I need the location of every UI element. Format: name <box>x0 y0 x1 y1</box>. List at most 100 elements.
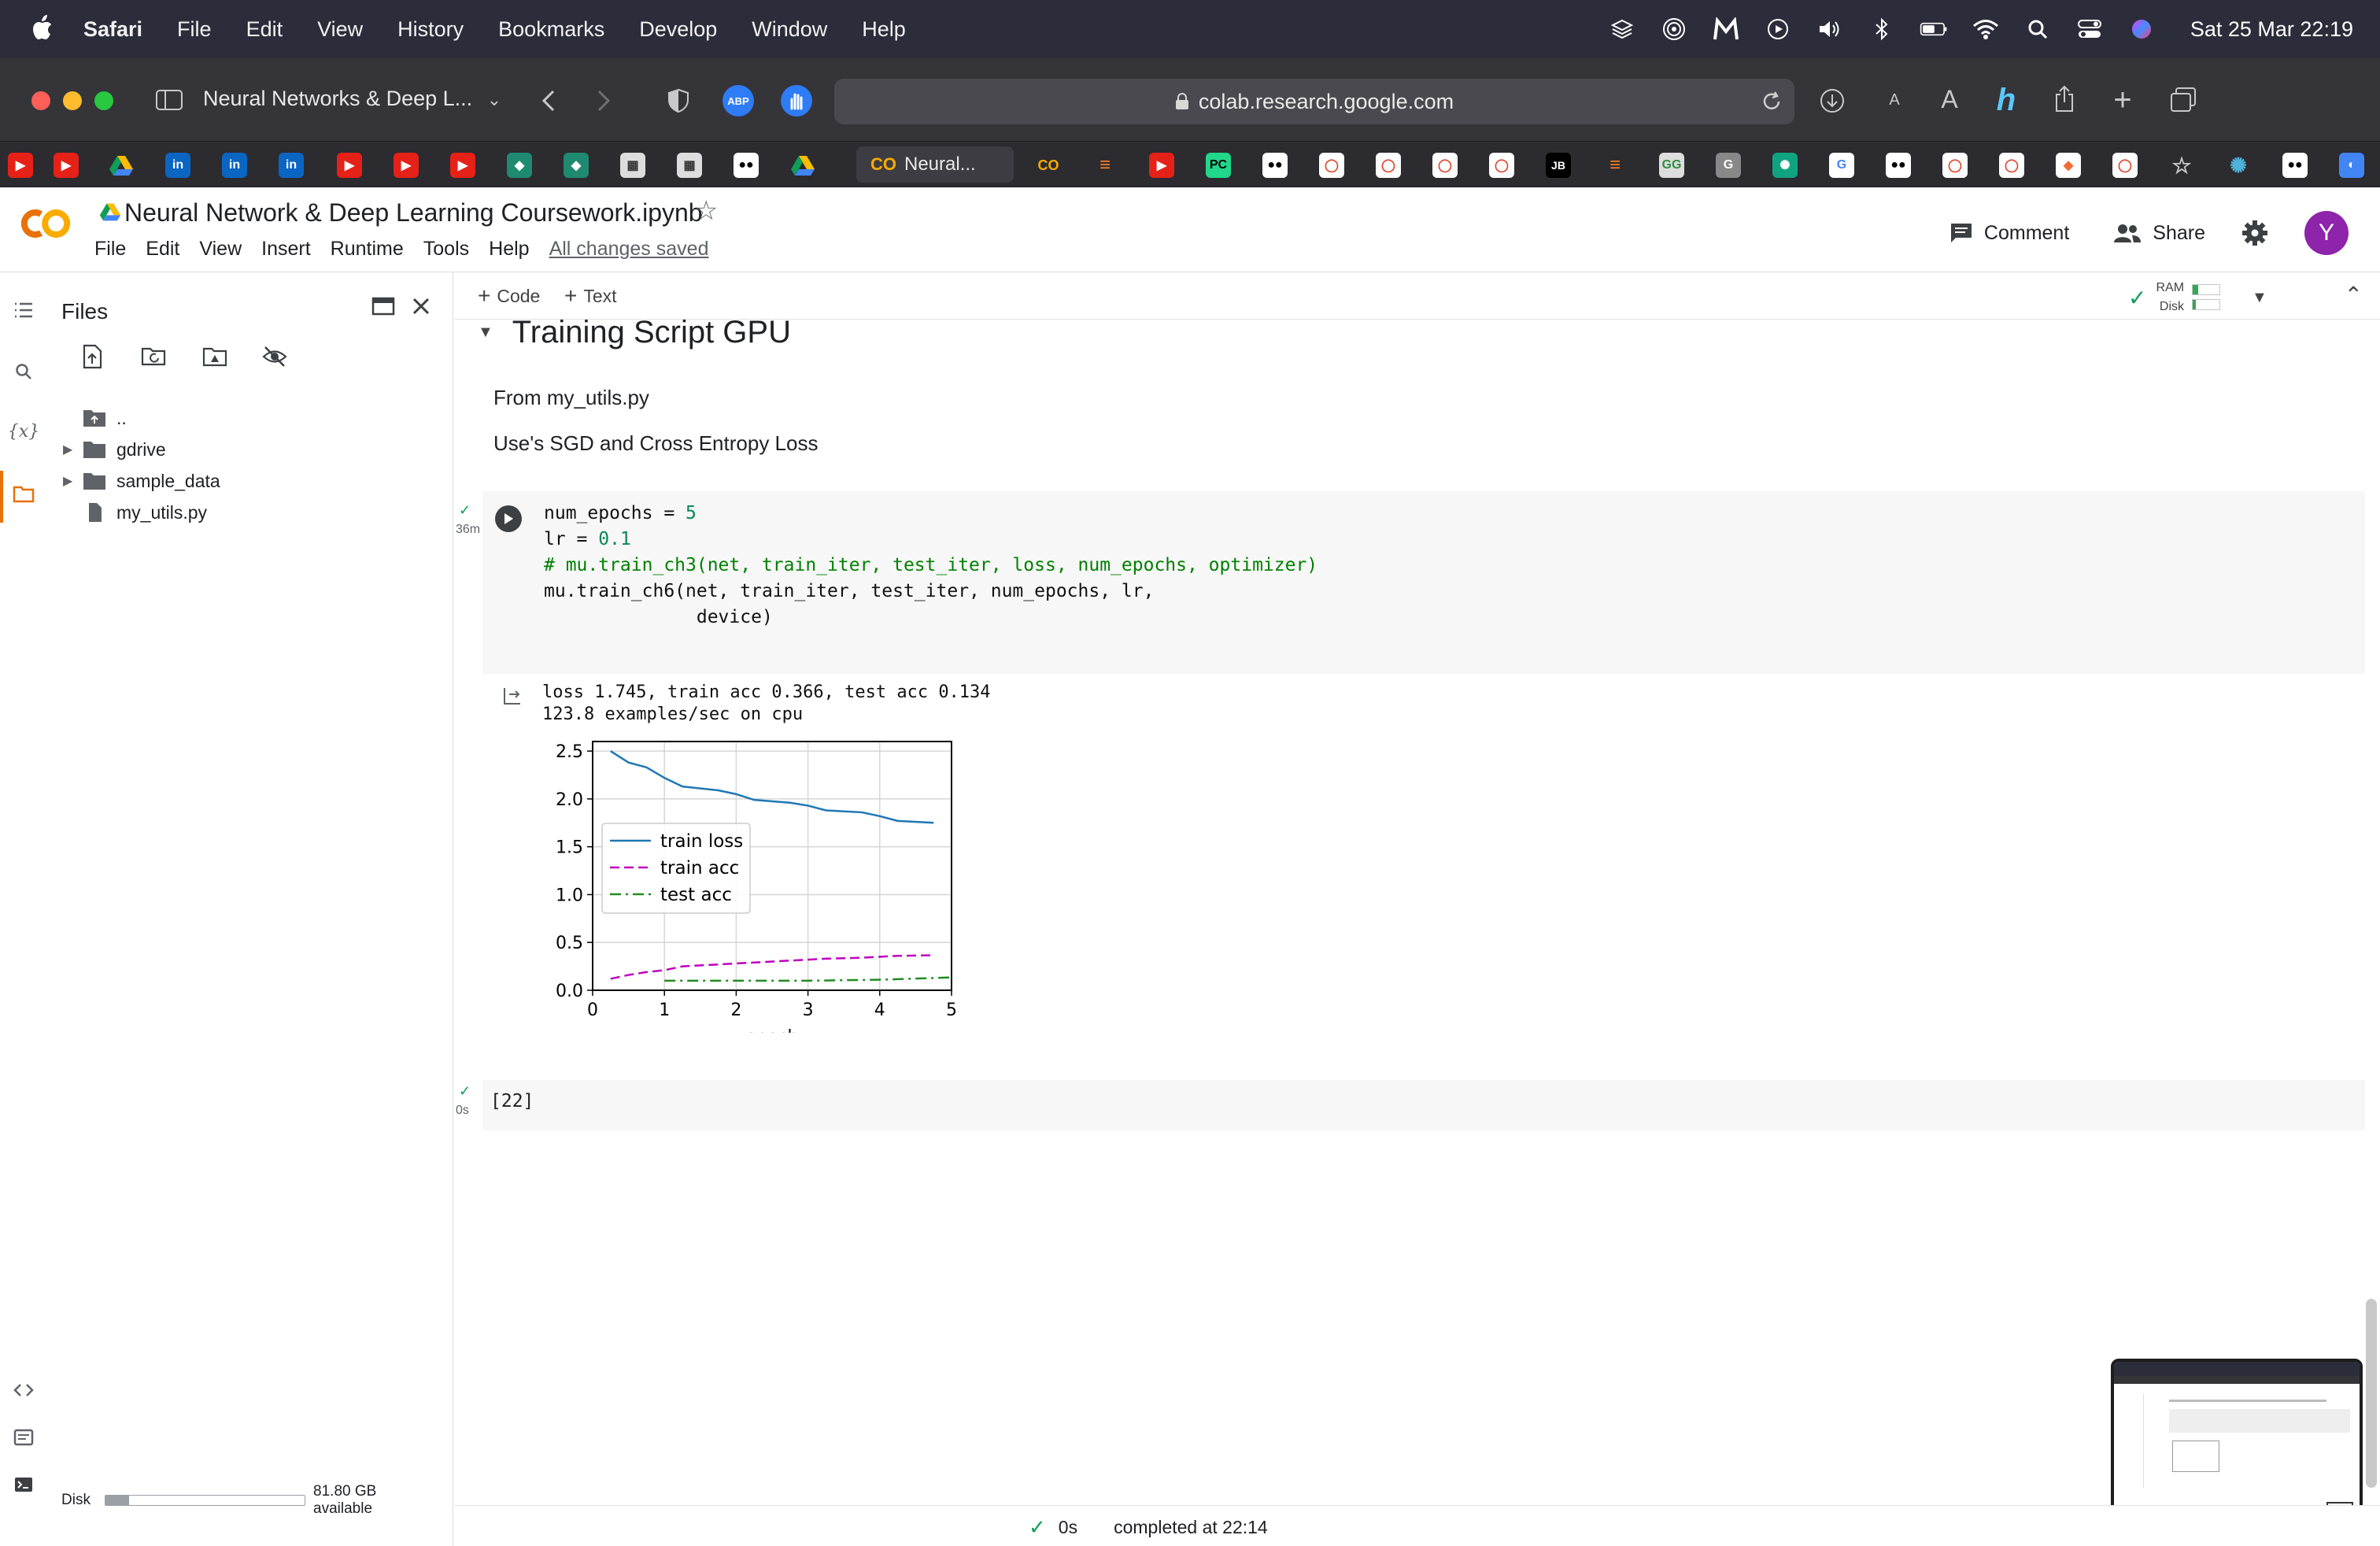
medium-bookmark-icon[interactable]: ●● <box>734 153 759 178</box>
menu-develop[interactable]: Develop <box>639 17 717 42</box>
grammar-bookmark-icon[interactable]: G <box>1716 153 1741 178</box>
wifi-icon[interactable] <box>1972 15 2000 43</box>
text-smaller-icon[interactable]: A <box>1884 88 1905 112</box>
menu-bookmarks[interactable]: Bookmarks <box>498 17 604 42</box>
tree-item-sample-data[interactable]: ▶ sample_data <box>63 466 220 496</box>
share-button[interactable]: Share <box>2113 222 2205 245</box>
medium-bookmark-icon[interactable]: ●● <box>1886 153 1911 178</box>
menu-edit[interactable]: Edit <box>246 17 283 42</box>
layers-icon[interactable] <box>1608 15 1636 43</box>
control-center-icon[interactable] <box>2075 15 2104 43</box>
chevron-down-icon[interactable]: ⌄ <box>483 88 505 112</box>
notebook-title[interactable]: Neural Network & Deep Learning Coursewor… <box>124 198 703 227</box>
youtube-bookmark-icon[interactable]: ▶ <box>54 153 79 178</box>
adguard-hand-icon[interactable] <box>781 85 812 117</box>
youtube-bookmark-icon[interactable]: ▶ <box>394 153 419 178</box>
terminal-icon[interactable] <box>11 1472 36 1497</box>
nb-menu-file[interactable]: File <box>94 238 126 261</box>
jetbrains-bookmark-icon[interactable]: JB <box>1546 153 1571 178</box>
vertical-scrollbar[interactable] <box>2366 1299 2377 1488</box>
text-larger-icon[interactable]: A <box>1936 85 1963 113</box>
stackoverflow-bookmark-icon[interactable]: ≡ <box>1602 153 1628 178</box>
app-bookmark-icon[interactable]: ◐ <box>2339 153 2364 178</box>
geeksforgeeks-bookmark-icon[interactable]: GG <box>1659 153 1684 178</box>
code-cell-2[interactable]: [22] <box>482 1080 2365 1130</box>
code-cell[interactable]: num_epochs = 5 lr = 0.1 # mu.train_ch3(net… <box>482 491 2365 674</box>
battery-icon[interactable] <box>1920 15 1948 43</box>
star-icon[interactable]: ☆ <box>694 195 718 227</box>
refresh-folder-icon[interactable] <box>140 343 167 370</box>
youtube-bookmark-icon[interactable]: ▶ <box>450 153 475 178</box>
app-bookmark-icon[interactable]: ◯ <box>1942 153 1968 178</box>
play-icon[interactable] <box>1764 15 1792 43</box>
reload-icon[interactable] <box>1760 90 1783 113</box>
colab-bookmark-icon[interactable]: CO <box>1036 153 1061 178</box>
menu-history[interactable]: History <box>397 17 464 42</box>
menu-file[interactable]: File <box>177 17 212 42</box>
downloads-icon[interactable] <box>1818 87 1846 115</box>
youtube-bookmark-icon[interactable]: ▶ <box>1149 153 1174 178</box>
stackoverflow-bookmark-icon[interactable]: ≡ <box>1092 153 1118 178</box>
expand-caret-icon[interactable]: ▶ <box>63 473 82 489</box>
close-window-button[interactable] <box>31 91 50 110</box>
linkedin-bookmark-icon[interactable]: in <box>279 153 304 178</box>
output-redirect-icon[interactable] <box>501 685 523 707</box>
nb-menu-edit[interactable]: Edit <box>146 238 179 261</box>
linkedin-bookmark-icon[interactable]: in <box>165 153 190 178</box>
search-icon[interactable] <box>11 359 36 384</box>
star-bookmark-icon[interactable]: ☆ <box>2169 153 2194 178</box>
apple-logo-icon[interactable] <box>28 13 57 45</box>
youtube-bookmark-icon[interactable]: ▶ <box>8 153 33 178</box>
bluetooth-icon[interactable] <box>1868 15 1896 43</box>
app-bookmark-icon[interactable]: ◆ <box>2056 153 2081 178</box>
collapse-up-icon[interactable]: ⌃ <box>2345 282 2363 308</box>
command-palette-icon[interactable] <box>11 1425 36 1450</box>
code-snippets-icon[interactable] <box>11 1378 36 1403</box>
sidebar-toggle-icon[interactable] <box>154 87 184 113</box>
image-bookmark-icon[interactable]: ▦ <box>677 153 702 178</box>
tab-group-title[interactable]: Neural Networks & Deep L... <box>203 87 472 111</box>
google-drive-bookmark-icon[interactable] <box>790 153 815 178</box>
back-icon[interactable] <box>535 85 562 117</box>
address-bar[interactable]: colab.research.google.com <box>834 79 1794 124</box>
mount-drive-icon[interactable] <box>201 343 228 370</box>
runtime-resources[interactable]: ✓ RAM Disk ▼ <box>2128 277 2309 318</box>
honey-extension-icon[interactable]: h <box>1991 83 2021 117</box>
adblock-plus-icon[interactable]: ABP <box>722 85 754 117</box>
spotlight-search-icon[interactable] <box>2023 15 2052 43</box>
pycharm-bookmark-icon[interactable]: PC <box>1206 153 1231 178</box>
nb-menu-view[interactable]: View <box>199 238 242 261</box>
add-code-cell-button[interactable]: + Code <box>478 283 540 309</box>
nb-menu-help[interactable]: Help <box>489 238 529 261</box>
malwarebytes-icon[interactable] <box>1712 15 1740 43</box>
globe-bookmark-icon[interactable]: ✺ <box>2226 153 2251 178</box>
medium-bookmark-icon[interactable]: ●● <box>2282 153 2308 178</box>
tree-item-my-utils[interactable]: my_utils.py <box>63 497 207 527</box>
close-icon[interactable] <box>408 293 434 320</box>
minimize-window-button[interactable] <box>63 91 82 110</box>
privacy-shield-icon[interactable] <box>666 87 691 115</box>
add-text-cell-button[interactable]: + Text <box>564 283 617 309</box>
chatgpt-bookmark-icon[interactable]: ✺ <box>1772 153 1798 178</box>
menu-help[interactable]: Help <box>862 17 906 42</box>
run-cell-button[interactable] <box>495 505 522 532</box>
settings-gear-icon[interactable] <box>2241 220 2268 246</box>
menu-app-name[interactable]: Safari <box>83 17 142 42</box>
siri-icon[interactable] <box>2127 15 2156 43</box>
nb-menu-runtime[interactable]: Runtime <box>331 238 404 261</box>
colab-logo[interactable] <box>17 206 74 241</box>
hide-files-icon[interactable] <box>261 343 288 370</box>
zoom-window-button[interactable] <box>94 91 113 110</box>
app-bookmark-icon[interactable]: ◆ <box>564 153 589 178</box>
medium-bookmark-icon[interactable]: ●● <box>1262 153 1288 178</box>
app-bookmark-icon[interactable]: ◯ <box>1432 153 1458 178</box>
app-bookmark-icon[interactable]: ◯ <box>1376 153 1401 178</box>
collapse-section-icon[interactable]: ▼ <box>478 324 493 342</box>
google-drive-bookmark-icon[interactable] <box>109 153 134 178</box>
share-icon[interactable] <box>2051 83 2078 115</box>
menu-clock[interactable]: Sat 25 Mar 22:19 <box>2190 17 2353 42</box>
code-editor[interactable]: num_epochs = 5 lr = 0.1 # mu.train_ch3(net… <box>544 501 1318 631</box>
comment-button[interactable]: Comment <box>1949 222 2069 245</box>
tab-overview-icon[interactable] <box>2168 85 2199 115</box>
dropdown-caret-icon[interactable]: ▼ <box>2252 289 2267 307</box>
